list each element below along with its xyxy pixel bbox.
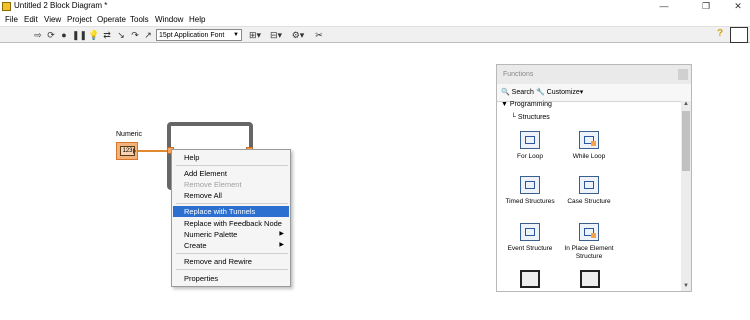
palette-item-in-place-element-structure[interactable]: In Place Element Structure bbox=[559, 223, 619, 261]
menu-item-numeric-palette-label: Numeric Palette bbox=[184, 230, 238, 239]
customize-label: Customize bbox=[546, 89, 580, 96]
step-into-icon[interactable]: ↘ bbox=[116, 30, 126, 40]
menu-window[interactable]: Window bbox=[155, 15, 183, 24]
menu-separator bbox=[176, 269, 288, 270]
run-arrow-icon[interactable]: ⇨ bbox=[33, 30, 43, 40]
palette-item-label: In Place Element Structure bbox=[564, 245, 614, 260]
menu-item-remove-element: Remove Element bbox=[184, 180, 242, 189]
menu-help[interactable]: Help bbox=[189, 15, 205, 24]
distribute-objects-icon[interactable]: ⊟▾ bbox=[268, 30, 284, 40]
abort-icon[interactable]: ● bbox=[59, 30, 69, 40]
palette-scrollbar[interactable]: ▲ ▼ bbox=[681, 101, 691, 291]
tree-node-structures-label: Structures bbox=[517, 114, 550, 121]
menu-item-remove-all[interactable]: Remove All bbox=[173, 190, 289, 201]
menu-separator bbox=[176, 165, 288, 166]
restore-button[interactable]: ❐ bbox=[694, 0, 718, 12]
palette-title: Functions bbox=[503, 71, 534, 78]
tree-node-programming[interactable]: ▼ Programming bbox=[501, 101, 552, 108]
timed-structures-icon bbox=[520, 176, 540, 194]
step-out-icon[interactable]: ↗ bbox=[143, 30, 153, 40]
menu-operate[interactable]: Operate bbox=[97, 15, 126, 24]
for-loop-icon bbox=[520, 131, 540, 149]
palette-item-while-loop[interactable]: While Loop bbox=[559, 131, 619, 161]
palette-item-case-structure[interactable]: Case Structure bbox=[559, 176, 619, 206]
search-label: Search bbox=[511, 89, 534, 96]
while-loop-icon bbox=[579, 131, 599, 149]
menu-view[interactable]: View bbox=[44, 15, 61, 24]
font-selector-value: 15pt Application Font bbox=[159, 32, 225, 39]
flat-sequence-icon[interactable] bbox=[520, 270, 540, 288]
labview-app-icon bbox=[2, 2, 11, 11]
stacked-sequence-icon[interactable] bbox=[580, 270, 600, 288]
menu-tools[interactable]: Tools bbox=[130, 15, 149, 24]
numeric-terminal[interactable]: 123 bbox=[116, 142, 138, 160]
functions-palette: Functions 🔍 Search 🔧 Customize▾ ▼ Progra… bbox=[496, 64, 692, 292]
palette-search-button[interactable]: 🔍 Search bbox=[501, 88, 534, 96]
context-help-icon[interactable]: ? bbox=[717, 28, 727, 40]
palette-item-event-structure[interactable]: Event Structure bbox=[500, 223, 560, 253]
menu-separator bbox=[176, 203, 288, 204]
tree-node-structures[interactable]: └ Structures bbox=[511, 114, 550, 121]
submenu-arrow-icon: ▶ bbox=[279, 231, 284, 237]
palette-item-label: While Loop bbox=[572, 153, 606, 160]
menu-item-replace-with-feedback-node[interactable]: Replace with Feedback Node bbox=[173, 218, 289, 229]
palette-item-label: Case Structure bbox=[567, 198, 611, 205]
output-arrow-icon bbox=[133, 148, 136, 154]
menu-item-numeric-palette[interactable]: Numeric Palette ▶ bbox=[173, 229, 289, 240]
run-continuously-icon[interactable]: ⟳ bbox=[46, 30, 56, 40]
menu-item-help[interactable]: Help bbox=[173, 152, 289, 163]
close-button[interactable]: ✕ bbox=[726, 0, 750, 12]
step-over-icon[interactable]: ↷ bbox=[130, 30, 140, 40]
scroll-up-icon[interactable]: ▲ bbox=[682, 101, 690, 109]
window-title: Untitled 2 Block Diagram * bbox=[14, 1, 108, 10]
scroll-down-icon[interactable]: ▼ bbox=[682, 283, 690, 291]
pin-icon[interactable] bbox=[678, 69, 688, 80]
scroll-thumb[interactable] bbox=[682, 111, 690, 171]
vi-icon[interactable] bbox=[730, 27, 748, 43]
retain-wire-values-icon[interactable]: ⇄ bbox=[102, 30, 112, 40]
menu-item-add-element[interactable]: Add Element bbox=[173, 168, 289, 179]
chevron-down-icon: ▼ bbox=[233, 32, 239, 38]
menu-item-create[interactable]: Create ▶ bbox=[173, 240, 289, 251]
menu-file[interactable]: File bbox=[5, 15, 18, 24]
palette-item-label: For Loop bbox=[516, 153, 544, 160]
clean-up-diagram-icon[interactable]: ✂ bbox=[312, 30, 326, 40]
align-objects-icon[interactable]: ⊞▾ bbox=[247, 30, 263, 40]
highlight-execution-icon[interactable]: 💡 bbox=[88, 30, 99, 40]
palette-item-label: Timed Structures bbox=[505, 198, 555, 205]
menu-item-replace-with-tunnels[interactable]: Replace with Tunnels bbox=[173, 206, 289, 217]
palette-header[interactable]: Functions bbox=[497, 65, 691, 84]
event-structure-icon bbox=[520, 223, 540, 241]
reorder-icon[interactable]: ⚙▾ bbox=[290, 30, 306, 40]
palette-customize-button[interactable]: 🔧 Customize▾ bbox=[536, 88, 583, 96]
menu-edit[interactable]: Edit bbox=[24, 15, 38, 24]
toolbar: ⇨ ⟳ ● ❚❚ 💡 ⇄ ↘ ↷ ↗ 15pt Application Font… bbox=[0, 26, 750, 43]
palette-item-for-loop[interactable]: For Loop bbox=[500, 131, 560, 161]
menu-separator bbox=[176, 253, 288, 254]
context-menu: Help Add Element Remove Element Remove A… bbox=[171, 149, 291, 287]
menu-item-remove-and-rewire[interactable]: Remove and Rewire bbox=[173, 256, 289, 267]
in-place-element-structure-icon bbox=[579, 223, 599, 241]
palette-item-timed-structures[interactable]: Timed Structures bbox=[500, 176, 560, 206]
menu-project[interactable]: Project bbox=[67, 15, 92, 24]
title-bar: Untitled 2 Block Diagram * — ❐ ✕ bbox=[0, 0, 750, 13]
case-structure-icon bbox=[579, 176, 599, 194]
pause-icon[interactable]: ❚❚ bbox=[72, 30, 87, 40]
submenu-arrow-icon: ▶ bbox=[279, 242, 284, 248]
numeric-label: Numeric bbox=[116, 131, 143, 138]
menu-item-create-label: Create bbox=[184, 241, 207, 250]
palette-item-label: Event Structure bbox=[507, 245, 553, 252]
minimize-button[interactable]: — bbox=[652, 0, 676, 12]
menu-item-properties[interactable]: Properties bbox=[173, 273, 289, 284]
font-selector[interactable]: 15pt Application Font ▼ bbox=[156, 29, 242, 41]
tree-node-programming-label: Programming bbox=[509, 101, 552, 108]
menu-bar: File Edit View Project Operate Tools Win… bbox=[0, 13, 750, 26]
